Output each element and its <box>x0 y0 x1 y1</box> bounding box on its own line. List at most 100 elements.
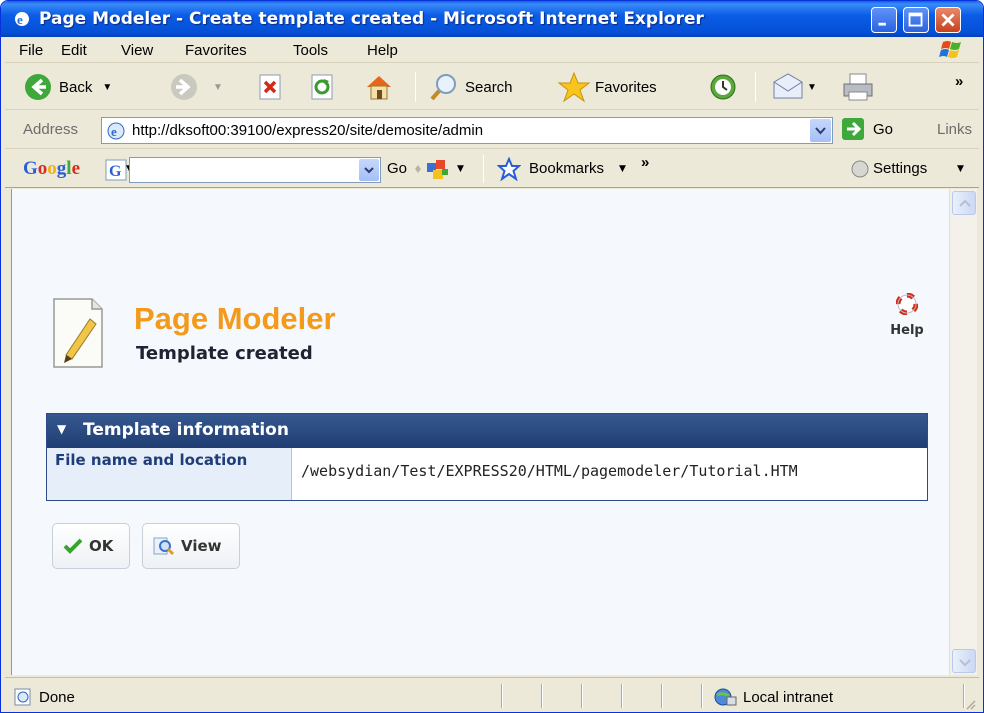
chevron-down-icon <box>959 659 971 667</box>
back-dropdown-icon[interactable]: ▼ <box>102 82 112 93</box>
scroll-up-button[interactable] <box>952 191 976 215</box>
back-label: Back <box>59 78 93 96</box>
google-overflow-button[interactable]: » <box>641 154 649 171</box>
page-icon: e <box>107 122 125 140</box>
home-icon <box>367 76 391 100</box>
favorites-star-icon <box>557 71 591 103</box>
panel-header[interactable]: ▼ Template information <box>47 414 927 448</box>
help-lifebuoy-icon <box>895 292 919 316</box>
status-cell <box>501 684 503 708</box>
mail-button[interactable]: ▼ <box>771 72 817 102</box>
chevron-down-icon <box>815 127 826 135</box>
settings-dropdown-icon[interactable]: ▼ <box>957 164 964 174</box>
status-done: Done <box>13 687 75 707</box>
links-button[interactable]: Links <box>937 121 972 138</box>
forward-arrow-icon <box>171 74 197 100</box>
search-icon <box>430 74 456 101</box>
menu-bar: File Edit View Favorites Tools Help <box>5 37 979 63</box>
back-button[interactable]: Back ▼ <box>23 72 112 102</box>
address-dropdown-button[interactable] <box>810 119 831 142</box>
google-logo[interactable]: Google <box>23 158 80 180</box>
maximize-icon <box>908 12 923 27</box>
bookmarks-star-icon <box>497 157 521 181</box>
toolbar-overflow-button[interactable]: » <box>955 66 963 96</box>
menu-tools[interactable]: Tools <box>293 42 328 59</box>
ie-icon: e <box>15 12 29 27</box>
bookmarks-button[interactable]: Bookmarks <box>529 160 604 177</box>
svg-text:e: e <box>111 124 117 139</box>
menu-help[interactable]: Help <box>367 42 398 59</box>
svg-text:G: G <box>109 163 122 180</box>
forward-dropdown-icon[interactable]: ▼ <box>213 82 223 93</box>
page-done-icon <box>14 688 31 706</box>
google-g-icon[interactable]: G <box>105 159 127 181</box>
vertical-scrollbar[interactable] <box>949 189 977 675</box>
refresh-button[interactable] <box>309 72 337 102</box>
refresh-icon <box>311 74 333 100</box>
view-label: View <box>181 537 222 555</box>
stop-icon <box>259 74 281 100</box>
page-title: Page Modeler <box>134 301 336 336</box>
maximize-button[interactable] <box>903 7 929 33</box>
svg-text:e: e <box>17 12 23 27</box>
print-button[interactable] <box>841 72 875 102</box>
chevron-down-icon <box>364 167 374 174</box>
favorites-label: Favorites <box>595 78 657 96</box>
history-button[interactable] <box>707 72 739 102</box>
scroll-down-button[interactable] <box>952 649 976 673</box>
search-label: Search <box>465 78 513 96</box>
toolbar-separator <box>483 155 484 183</box>
status-cell <box>661 684 663 708</box>
status-text: Done <box>39 688 75 706</box>
go-button[interactable]: Go <box>841 117 893 141</box>
close-icon <box>941 13 955 27</box>
zone-label: Local intranet <box>743 688 834 706</box>
toolbar-separator <box>755 72 756 102</box>
back-arrow-icon <box>25 74 51 100</box>
help-link[interactable]: Help <box>882 292 932 338</box>
settings-icon <box>851 160 869 178</box>
google-tools-dropdown-icon[interactable]: ▼ <box>457 164 464 174</box>
collapse-triangle-icon[interactable]: ▼ <box>57 422 66 436</box>
window-title: Page Modeler - Create template created -… <box>39 9 704 29</box>
view-button[interactable]: View <box>142 523 240 569</box>
status-cell <box>581 684 583 708</box>
stop-button[interactable] <box>257 72 285 102</box>
title-bar[interactable]: e Page Modeler - Create template created… <box>1 1 983 37</box>
google-tools-icon[interactable] <box>425 157 451 181</box>
home-button[interactable] <box>363 72 395 102</box>
status-bar: Done Local intranet <box>5 677 979 712</box>
forward-button[interactable]: ▼ <box>169 72 223 102</box>
google-toolbar: Google G ▼ Go ▼ Bookmarks ▼ » Sett <box>5 150 979 188</box>
address-label: Address <box>23 121 79 138</box>
minimize-icon <box>878 22 886 26</box>
search-button[interactable]: Search <box>429 72 513 102</box>
google-search-dropdown-button[interactable] <box>359 159 379 181</box>
mail-icon <box>773 73 803 99</box>
magnifier-icon <box>153 537 175 556</box>
file-name-label: File name and location <box>47 448 292 500</box>
close-button[interactable] <box>935 7 961 33</box>
help-label: Help <box>890 323 924 338</box>
settings-button[interactable]: Settings <box>873 160 927 177</box>
resize-grip-icon[interactable] <box>963 697 977 711</box>
minimize-button[interactable] <box>871 7 897 33</box>
google-search-input[interactable] <box>129 157 381 183</box>
page-subtitle: Template created <box>136 343 313 364</box>
resize-grip-icon[interactable] <box>413 162 423 176</box>
panel-title: Template information <box>83 420 289 440</box>
mail-dropdown-icon[interactable]: ▼ <box>807 82 817 93</box>
address-input[interactable]: e http://dksoft00:39100/express20/site/d… <box>101 117 833 144</box>
menu-view[interactable]: View <box>121 42 153 59</box>
menu-edit[interactable]: Edit <box>61 42 87 59</box>
favorites-button[interactable]: Favorites <box>557 71 657 103</box>
ok-button[interactable]: OK <box>52 523 130 569</box>
security-zone[interactable]: Local intranet <box>713 687 833 707</box>
google-go-button[interactable]: Go <box>387 160 407 177</box>
file-name-value: /websydian/Test/EXPRESS20/HTML/pagemodel… <box>301 462 798 480</box>
windows-logo-icon <box>939 41 961 58</box>
menu-favorites[interactable]: Favorites <box>185 42 247 59</box>
menu-file[interactable]: File <box>19 42 43 59</box>
checkmark-icon <box>63 538 83 554</box>
bookmarks-dropdown-icon[interactable]: ▼ <box>619 164 626 174</box>
